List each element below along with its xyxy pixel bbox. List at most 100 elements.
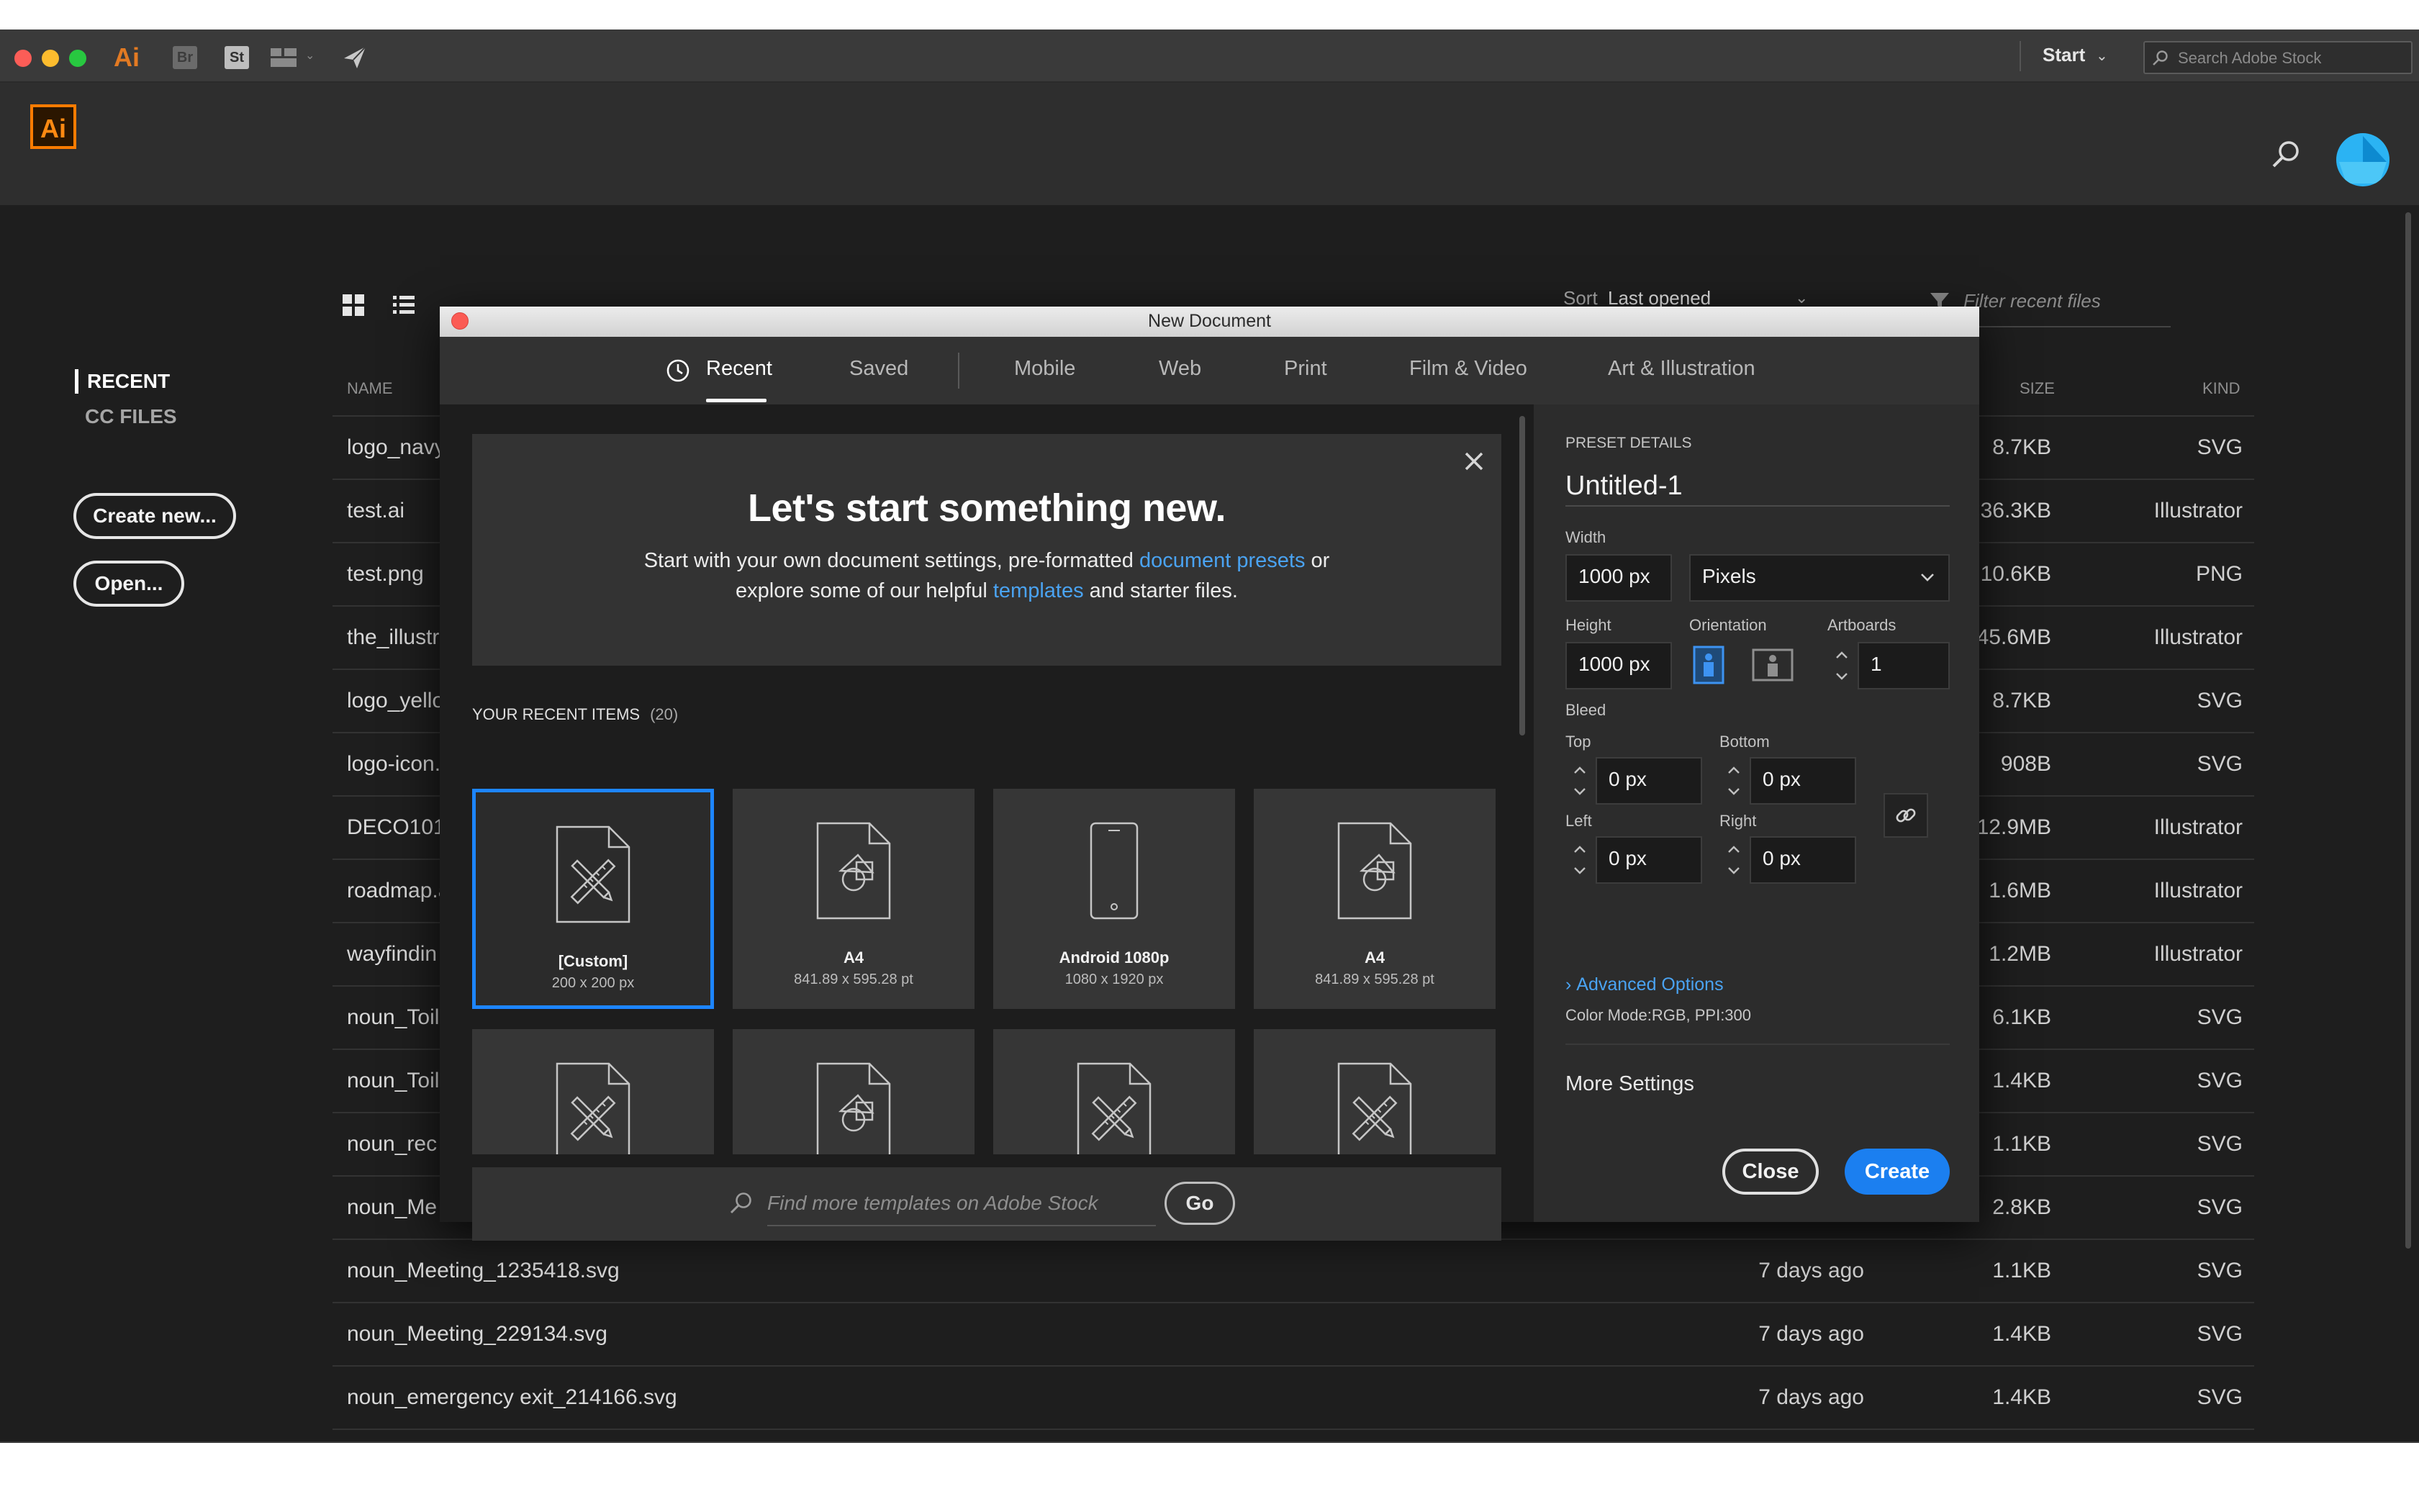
table-row[interactable]: noun_Meeting_1235418.svg 7 days ago 1.1KB S… (333, 1240, 2254, 1303)
workspace-switcher[interactable]: Start (2043, 44, 2085, 66)
presets-pane: Let's start something new. Start with yo… (440, 404, 1534, 1241)
column-header-name[interactable]: NAME (347, 379, 393, 398)
stock-search-field[interactable]: Search Adobe Stock (2143, 41, 2413, 74)
landscape-orientation-icon[interactable] (1751, 648, 1794, 682)
chevron-down-icon (1921, 574, 1934, 581)
pencil-ruler-doc-icon (551, 1061, 635, 1154)
preset-card[interactable]: A4 841.89 x 595.28 pt (1254, 789, 1496, 1009)
file-kind: SVG (2197, 689, 2243, 712)
file-kind: Illustrator (2153, 879, 2243, 902)
preset-card[interactable] (472, 1029, 714, 1154)
preset-card[interactable] (733, 1029, 975, 1154)
more-settings-button[interactable]: More Settings (1565, 1072, 1694, 1096)
chevron-down-icon[interactable]: ⌄ (1795, 289, 1808, 307)
tab-art-illustration[interactable]: Art & Illustration (1608, 357, 1755, 381)
file-name: wayfindin (347, 942, 438, 966)
open-button[interactable]: Open... (73, 561, 184, 607)
file-size: 1.4KB (1992, 1385, 2051, 1409)
create-button[interactable]: Create (1845, 1149, 1950, 1195)
document-name-field[interactable]: Untitled-1 (1565, 471, 1683, 502)
bleed-right-stepper[interactable] (1719, 838, 1748, 882)
file-size: 1.4KB (1992, 1069, 2051, 1092)
bleed-bottom-stepper[interactable] (1719, 759, 1748, 803)
height-field[interactable]: 1000 px (1565, 642, 1672, 689)
filter-recent-files-input[interactable]: Filter recent files (1963, 290, 2101, 312)
tab-recent[interactable]: Recent (706, 357, 772, 381)
templates-link[interactable]: templates (993, 579, 1084, 602)
advanced-options-toggle[interactable]: › Advanced Options (1565, 974, 1724, 995)
grid-view-icon[interactable] (341, 293, 366, 317)
go-button[interactable]: Go (1165, 1182, 1235, 1225)
column-header-kind[interactable]: KIND (2202, 379, 2241, 398)
bleed-left-stepper[interactable] (1565, 838, 1594, 882)
units-select[interactable]: Pixels (1689, 554, 1950, 602)
file-kind: SVG (2197, 1005, 2243, 1029)
portrait-orientation-icon[interactable] (1692, 645, 1725, 685)
tab-web[interactable]: Web (1159, 357, 1201, 381)
preset-card[interactable]: [Custom] 200 x 200 px (472, 789, 714, 1009)
page-scrollbar[interactable] (2405, 212, 2411, 1249)
send-icon[interactable] (341, 44, 368, 71)
width-field[interactable]: 1000 px (1565, 554, 1672, 602)
bleed-bottom-field[interactable]: 0 px (1750, 757, 1856, 805)
preset-category-tabs: Recent Saved Mobile Web Print Film & Vid… (440, 337, 1979, 404)
tab-divider (958, 353, 959, 389)
search-icon[interactable] (2270, 139, 2302, 171)
application-bar: Ai Br St ⌄ Start ⌄ Search Adobe Stock (0, 31, 2419, 83)
file-name: noun_Toil (347, 1005, 440, 1029)
stock-template-search-input[interactable]: Find more templates on Adobe Stock (767, 1192, 1098, 1215)
avatar[interactable] (2336, 133, 2389, 186)
dialog-title: New Document (1148, 311, 1271, 331)
tab-saved[interactable]: Saved (849, 357, 908, 381)
bleed-top-stepper[interactable] (1565, 759, 1594, 803)
pencil-ruler-doc-icon (1333, 1061, 1416, 1154)
list-view-icon[interactable] (392, 293, 416, 317)
preset-card[interactable] (1254, 1029, 1496, 1154)
file-kind: SVG (2197, 1259, 2243, 1282)
table-row[interactable]: noun_Computer_147624.svg7 days ago3.6KBS… (333, 1430, 2254, 1441)
bridge-button[interactable]: Br (173, 46, 197, 69)
preset-card[interactable]: A4 841.89 x 595.28 pt (733, 789, 975, 1009)
arrange-documents-icon[interactable] (271, 48, 297, 67)
close-icon[interactable] (1460, 447, 1488, 476)
document-presets-link[interactable]: document presets (1139, 549, 1306, 572)
chevron-down-icon[interactable]: ⌄ (305, 48, 315, 63)
appbar-ai-label: Ai (114, 42, 140, 72)
welcome-title: Let's start something new. (748, 486, 1226, 530)
table-row[interactable]: noun_emergency exit_214166.svg 7 days ago… (333, 1367, 2254, 1430)
create-new-button[interactable]: Create new... (73, 493, 236, 539)
stock-button[interactable]: St (225, 46, 249, 69)
color-mode-summary: Color Mode:RGB, PPI:300 (1565, 1006, 1752, 1024)
file-size: 1.4KB (1992, 1322, 2051, 1346)
window-minimize-button[interactable] (42, 50, 59, 67)
chevron-down-icon[interactable]: ⌄ (2096, 47, 2108, 65)
recent-items-heading: YOUR RECENT ITEMS (20) (472, 705, 678, 724)
tab-print[interactable]: Print (1284, 357, 1327, 381)
artboards-stepper[interactable] (1827, 643, 1856, 688)
tab-film-video[interactable]: Film & Video (1409, 357, 1527, 381)
link-bleed-button[interactable] (1884, 793, 1928, 838)
presets-scrollbar[interactable] (1519, 416, 1525, 735)
file-date: 7 days ago (1758, 1322, 1864, 1346)
bleed-right-field[interactable]: 0 px (1750, 836, 1856, 884)
tab-mobile[interactable]: Mobile (1014, 357, 1075, 381)
sidebar-item-cc-files[interactable]: CC FILES (85, 405, 177, 428)
window-zoom-button[interactable] (69, 50, 86, 67)
file-size: 1.6MB (1989, 879, 2051, 902)
bleed-left-field[interactable]: 0 px (1596, 836, 1702, 884)
file-name: noun_Meeting_229134.svg (347, 1322, 607, 1346)
bleed-top-field[interactable]: 0 px (1596, 757, 1702, 805)
window-close-button[interactable] (14, 50, 32, 67)
document-name-underline (1565, 505, 1950, 507)
sidebar-item-recent[interactable]: RECENT (75, 369, 170, 394)
column-header-size[interactable]: SIZE (2020, 379, 2055, 398)
welcome-text-line-2: explore some of our helpful templates an… (472, 579, 1501, 603)
artboards-field[interactable]: 1 (1858, 642, 1950, 689)
preset-card[interactable] (993, 1029, 1235, 1154)
preset-details-pane: PRESET DETAILS Untitled-1 Width 1000 px … (1534, 404, 1979, 1222)
file-kind: Illustrator (2153, 499, 2243, 522)
preset-card[interactable]: Android 1080p 1080 x 1920 px (993, 789, 1235, 1009)
file-kind: SVG (2197, 1132, 2243, 1156)
close-button[interactable]: Close (1722, 1149, 1819, 1195)
table-row[interactable]: noun_Meeting_229134.svg 7 days ago 1.4KB SV… (333, 1303, 2254, 1367)
